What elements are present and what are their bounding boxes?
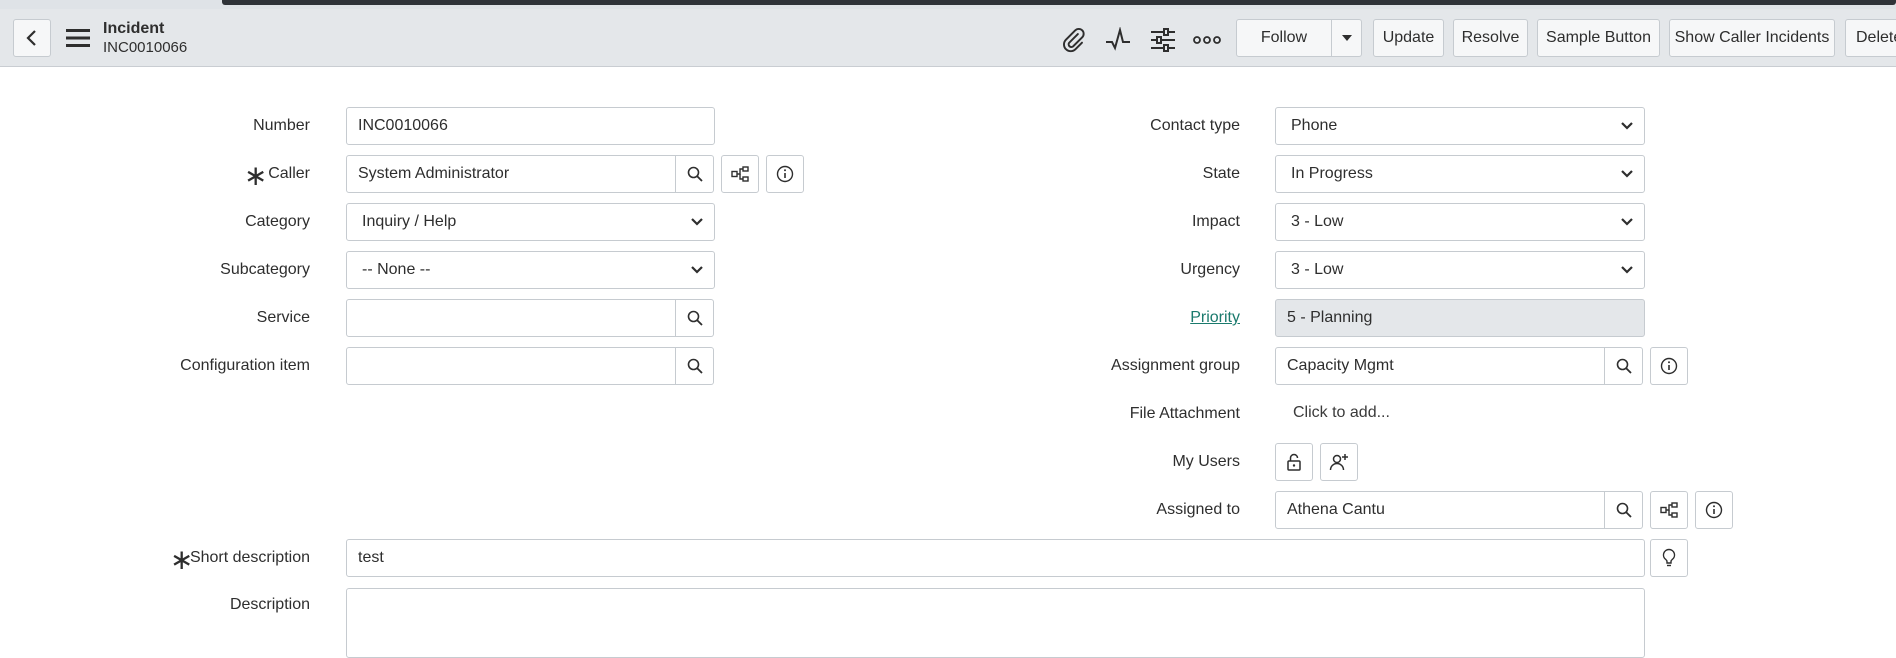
delete-button[interactable]: Delete [1845,19,1896,57]
priority-link[interactable]: Priority [1190,309,1240,327]
menu-button[interactable] [62,25,94,51]
description-label: Description [229,596,310,613]
add-user-icon [1329,454,1348,471]
assignment-group-info-button[interactable] [1650,347,1688,385]
my-users-label: My Users [1172,453,1240,470]
sample-button[interactable]: Sample Button [1537,19,1660,57]
search-icon [687,358,703,374]
subcategory-select[interactable]: -- None -- [346,251,715,289]
caret-down-icon [1341,35,1352,41]
paperclip-icon [1063,27,1085,53]
urgency-value: 3 - Low [1291,261,1344,278]
info-icon [776,165,794,183]
category-label: Category [245,213,310,230]
configuration-item-label: Configuration item [180,357,310,374]
suggestion-button[interactable] [1650,539,1688,577]
hamburger-icon [66,29,90,47]
chevron-down-icon [691,266,703,274]
impact-select[interactable]: 3 - Low [1275,203,1645,241]
activity-button[interactable] [1103,25,1133,55]
more-horizontal-icon [1193,36,1221,44]
search-icon [687,166,703,182]
service-field[interactable] [346,299,676,337]
configuration-item-lookup-button[interactable] [676,347,714,385]
number-field[interactable]: INC0010066 [346,107,715,145]
back-button[interactable] [13,19,51,57]
hierarchy-icon [731,166,749,182]
file-attachment-label: File Attachment [1129,405,1240,422]
attachment-button[interactable] [1058,25,1088,55]
state-label: State [1202,165,1240,182]
number-label: Number [253,117,310,134]
chevron-down-icon [1621,218,1633,226]
priority-field: 5 - Planning [1275,299,1645,337]
browser-top-strip [0,0,1896,9]
assigned-to-lookup-button[interactable] [1605,491,1643,529]
subcategory-label: Subcategory [220,261,310,278]
assigned-to-label: Assigned to [1156,501,1240,518]
assigned-to-info-button[interactable] [1695,491,1733,529]
info-icon [1705,501,1723,519]
category-value: Inquiry / Help [362,213,457,230]
follow-dropdown-button[interactable] [1331,19,1362,57]
assignment-group-label: Assignment group [1111,357,1240,374]
file-attachment-add-link[interactable]: Click to add... [1293,394,1390,432]
more-options-button[interactable] [1192,25,1222,55]
category-select[interactable]: Inquiry / Help [346,203,715,241]
contact-type-label: Contact type [1150,117,1240,134]
update-button[interactable]: Update [1373,19,1444,57]
unlock-icon [1287,453,1301,471]
top-bar [222,0,1896,5]
my-users-add-button[interactable] [1320,443,1358,481]
assigned-to-tree-button[interactable] [1650,491,1688,529]
chevron-down-icon [1621,266,1633,274]
my-users-lock-button[interactable] [1275,443,1313,481]
description-textarea[interactable] [346,588,1645,658]
service-label: Service [256,309,310,326]
sliders-icon [1151,28,1175,52]
assigned-to-field[interactable]: Athena Cantu [1275,491,1605,529]
caller-tree-button[interactable] [721,155,759,193]
subcategory-value: -- None -- [362,261,431,278]
state-value: In Progress [1291,165,1373,182]
impact-label: Impact [1191,213,1240,230]
lightbulb-icon [1662,548,1676,567]
form-title: Incident [103,20,165,37]
resolve-button[interactable]: Resolve [1453,19,1528,57]
chevron-left-icon [26,30,36,46]
hierarchy-icon [1660,502,1678,518]
search-icon [687,310,703,326]
urgency-label: Urgency [1180,261,1240,278]
info-icon [1660,357,1678,375]
caller-lookup-button[interactable] [676,155,714,193]
short-description-label: Short description [189,549,310,566]
chevron-down-icon [1621,122,1633,130]
caller-info-button[interactable] [766,155,804,193]
state-select[interactable]: In Progress [1275,155,1645,193]
service-lookup-button[interactable] [676,299,714,337]
activity-pulse-icon [1106,27,1130,51]
contact-type-select[interactable]: Phone [1275,107,1645,145]
show-caller-incidents-button[interactable]: Show Caller Incidents [1669,19,1835,57]
follow-button[interactable]: Follow [1236,19,1332,57]
form-header: Incident INC0010066 Follow Update Resolv… [0,9,1896,67]
caller-field[interactable]: System Administrator [346,155,676,193]
configuration-item-field[interactable] [346,347,676,385]
form-number: INC0010066 [103,39,188,56]
urgency-select[interactable]: 3 - Low [1275,251,1645,289]
short-description-field[interactable]: test [346,539,1645,577]
contact-type-value: Phone [1291,117,1338,134]
assignment-group-field[interactable]: Capacity Mgmt [1275,347,1605,385]
chevron-down-icon [1621,170,1633,178]
impact-value: 3 - Low [1291,213,1344,230]
chevron-down-icon [691,218,703,226]
personalize-button[interactable] [1148,25,1178,55]
caller-label: Caller [268,165,310,182]
search-icon [1616,358,1632,374]
priority-label-wrap: Priority [1040,299,1240,337]
assignment-group-lookup-button[interactable] [1605,347,1643,385]
search-icon [1616,502,1632,518]
